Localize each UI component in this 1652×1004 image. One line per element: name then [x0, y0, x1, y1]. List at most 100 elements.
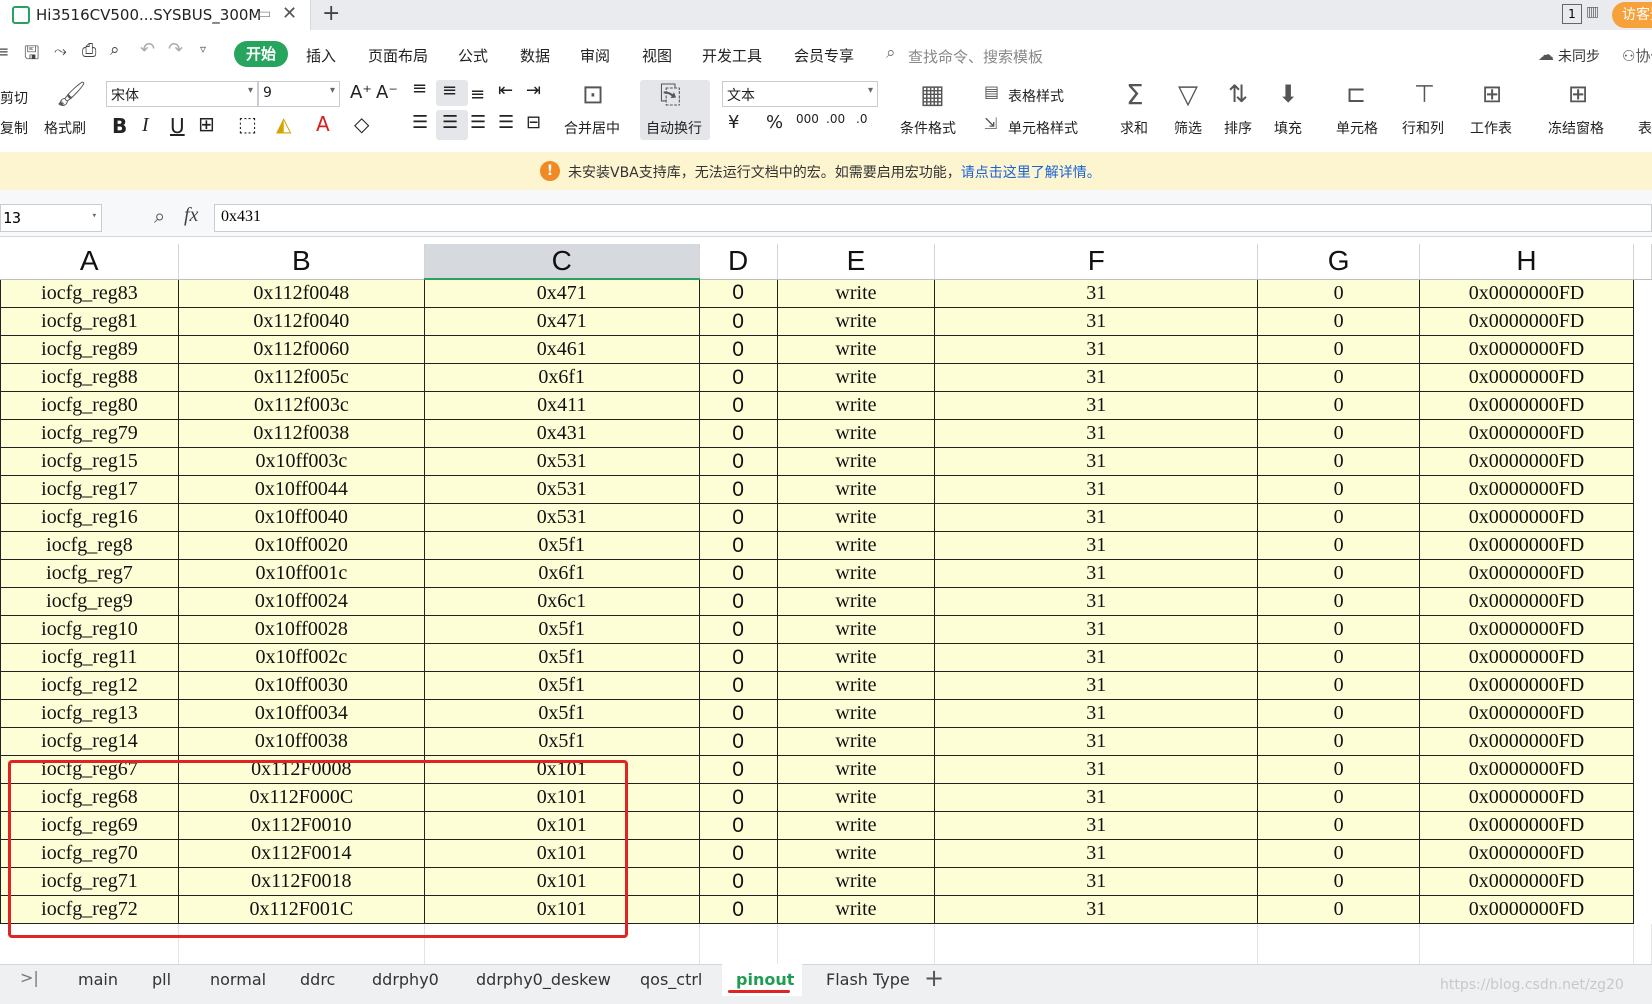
- cell-f[interactable]: 31: [934, 755, 1259, 784]
- cell-g[interactable]: 0: [1257, 783, 1421, 812]
- cell-g[interactable]: 0: [1257, 699, 1421, 728]
- cell-b[interactable]: 0x112f003c: [177, 391, 425, 420]
- visitor-login-button[interactable]: 访客登录: [1612, 2, 1652, 28]
- cell-e[interactable]: write: [776, 475, 936, 504]
- cell-d[interactable]: 0: [698, 419, 778, 448]
- cell-c[interactable]: 0x5f1: [423, 671, 700, 700]
- tab-view[interactable]: 视图: [642, 45, 672, 66]
- cell-i[interactable]: [1633, 363, 1652, 392]
- cell-d[interactable]: 0: [698, 335, 778, 364]
- cell-f[interactable]: 31: [934, 391, 1259, 420]
- tab-developer[interactable]: 开发工具: [702, 45, 762, 66]
- sort-button[interactable]: 排序: [1224, 118, 1252, 138]
- currency-icon[interactable]: ¥: [728, 112, 739, 133]
- font-name-select[interactable]: 宋体 ▾: [106, 81, 258, 107]
- cell-e[interactable]: write: [776, 895, 936, 924]
- cell-g[interactable]: 0: [1257, 307, 1421, 336]
- cell-a[interactable]: iocfg_reg14: [0, 727, 179, 756]
- cell-f[interactable]: 31: [934, 643, 1259, 672]
- name-box[interactable]: 13 ▾: [0, 204, 102, 232]
- tab-page-layout[interactable]: 页面布局: [368, 45, 428, 66]
- column-header-a[interactable]: A: [0, 244, 179, 280]
- cell-b[interactable]: 0x10ff0028: [177, 615, 425, 644]
- empty-cell[interactable]: [1257, 923, 1421, 951]
- align-left-icon[interactable]: ☰: [412, 112, 428, 133]
- tab-start[interactable]: 开始: [234, 41, 288, 67]
- freeze-button[interactable]: 冻结窗格: [1548, 118, 1604, 138]
- cell-b[interactable]: 0x10ff0040: [177, 503, 425, 532]
- cell-d[interactable]: 0: [698, 615, 778, 644]
- cell-b[interactable]: 0x112f0060: [177, 335, 425, 364]
- align-center-icon[interactable]: ☰: [442, 112, 458, 133]
- cell-e[interactable]: write: [776, 587, 936, 616]
- cell-d[interactable]: 0: [698, 475, 778, 504]
- clear-icon[interactable]: ◇: [354, 112, 369, 136]
- cell-d[interactable]: 0: [698, 811, 778, 840]
- cell-c[interactable]: 0x531: [423, 447, 700, 476]
- cell-d[interactable]: 0: [698, 839, 778, 868]
- print-icon[interactable]: ⎙: [82, 40, 96, 61]
- cell-i[interactable]: [1633, 671, 1652, 700]
- cell-f[interactable]: 31: [934, 363, 1259, 392]
- decrease-decimal-icon[interactable]: .0: [856, 112, 867, 126]
- cell-f[interactable]: 31: [934, 783, 1259, 812]
- cell-g[interactable]: 0: [1257, 643, 1421, 672]
- cell-a[interactable]: iocfg_reg13: [0, 699, 179, 728]
- pin-icon[interactable]: ▭: [258, 6, 271, 22]
- cell-d[interactable]: 0: [698, 447, 778, 476]
- align-bottom-icon[interactable]: ≡: [470, 84, 485, 105]
- tab-insert[interactable]: 插入: [306, 45, 336, 66]
- decrease-font-icon[interactable]: A⁻: [376, 82, 398, 103]
- cell-g[interactable]: 0: [1257, 447, 1421, 476]
- cell-b[interactable]: 0x112f0038: [177, 419, 425, 448]
- cell-d[interactable]: 0: [698, 643, 778, 672]
- cell-e[interactable]: write: [776, 811, 936, 840]
- empty-cell[interactable]: [1633, 923, 1652, 951]
- font-size-select[interactable]: 9 ▾: [258, 81, 340, 107]
- undo-icon[interactable]: ↶: [140, 39, 155, 60]
- empty-cell[interactable]: [934, 951, 1259, 964]
- cell-a[interactable]: iocfg_reg80: [0, 391, 179, 420]
- empty-cell[interactable]: [1633, 951, 1652, 964]
- tab-review[interactable]: 审阅: [580, 45, 610, 66]
- cell-i[interactable]: [1633, 755, 1652, 784]
- cell-h[interactable]: 0x0000000FD: [1419, 531, 1634, 560]
- cell-f[interactable]: 31: [934, 278, 1259, 308]
- cell-g[interactable]: 0: [1257, 839, 1421, 868]
- tab-formulas[interactable]: 公式: [458, 45, 488, 66]
- customize-icon[interactable]: ▿: [200, 42, 206, 56]
- cell-d[interactable]: 0: [698, 307, 778, 336]
- cell-c[interactable]: 0x531: [423, 475, 700, 504]
- align-top-icon[interactable]: ≡: [412, 78, 427, 99]
- cell-h[interactable]: 0x0000000FD: [1419, 755, 1634, 784]
- cell-i[interactable]: [1633, 615, 1652, 644]
- cell-i[interactable]: [1633, 335, 1652, 364]
- cell-e[interactable]: write: [776, 307, 936, 336]
- cell-c[interactable]: 0x471: [423, 278, 700, 308]
- cell-c[interactable]: 0x461: [423, 335, 700, 364]
- cell-a[interactable]: iocfg_reg17: [0, 475, 179, 504]
- indent-decrease-icon[interactable]: ⇤: [498, 80, 513, 101]
- redo-icon[interactable]: ↷: [168, 39, 183, 60]
- column-header-c[interactable]: C: [424, 244, 700, 280]
- increase-decimal-icon[interactable]: .00: [826, 112, 845, 126]
- cell-d[interactable]: 0: [698, 531, 778, 560]
- cell-d[interactable]: 0: [698, 391, 778, 420]
- cell-f[interactable]: 31: [934, 699, 1259, 728]
- cell-g[interactable]: 0: [1257, 671, 1421, 700]
- notice-link[interactable]: 请点击这里了解详情。: [961, 165, 1101, 181]
- cell-g[interactable]: 0: [1257, 531, 1421, 560]
- align-right-icon[interactable]: ☰: [470, 112, 486, 133]
- increase-font-icon[interactable]: A⁺: [350, 82, 372, 103]
- cell-d[interactable]: 0: [698, 559, 778, 588]
- cell-f[interactable]: 31: [934, 811, 1259, 840]
- cell-i[interactable]: [1633, 503, 1652, 532]
- cell-f[interactable]: 31: [934, 475, 1259, 504]
- cell-i[interactable]: [1633, 475, 1652, 504]
- cell-c[interactable]: 0x5f1: [423, 531, 700, 560]
- cell-h[interactable]: 0x0000000FD: [1419, 391, 1634, 420]
- cell-g[interactable]: 0: [1257, 727, 1421, 756]
- cut-button[interactable]: 剪切: [0, 88, 28, 108]
- thousands-icon[interactable]: 000: [796, 112, 819, 126]
- cell-b[interactable]: 0x10ff0044: [177, 475, 425, 504]
